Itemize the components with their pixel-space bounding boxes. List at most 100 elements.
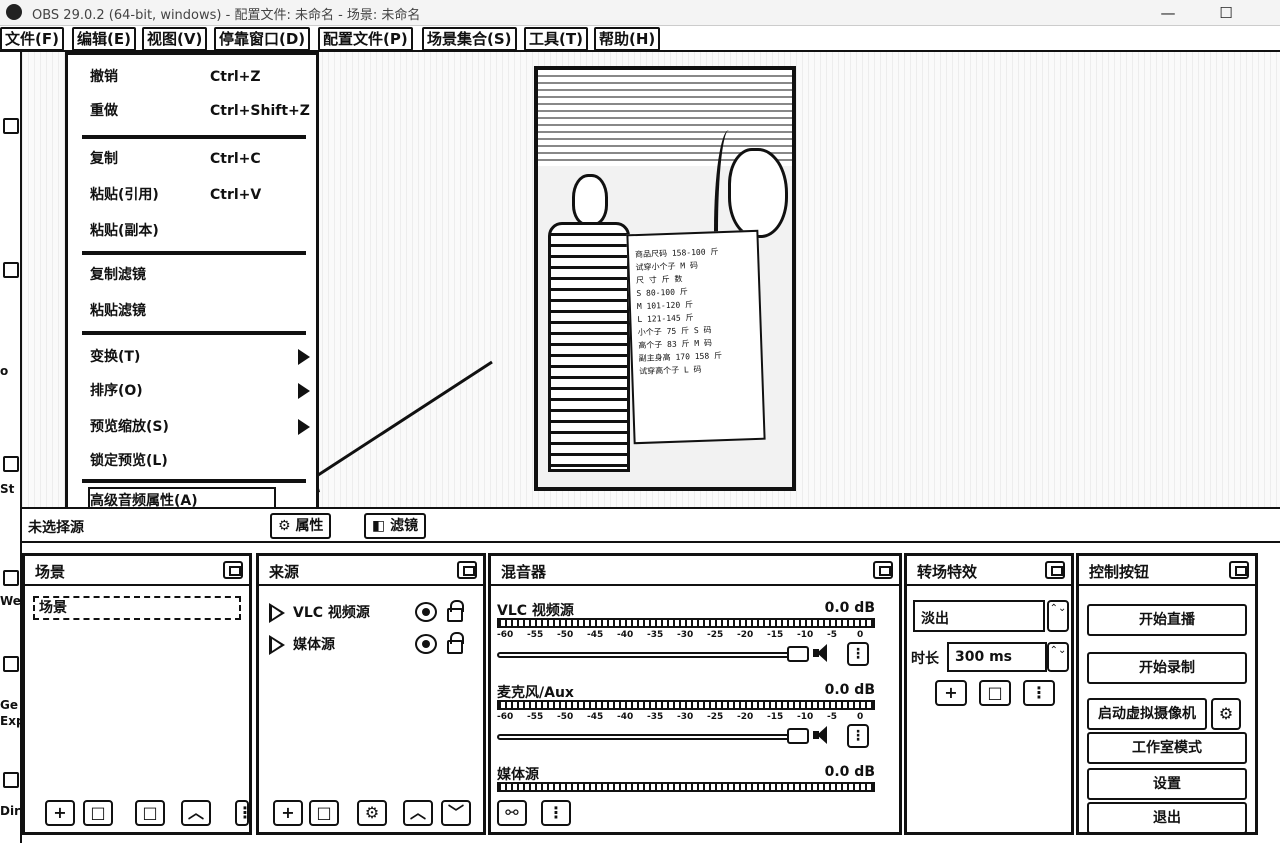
mixer-menu-button[interactable]: ⋮ <box>541 800 571 826</box>
desktop-label: We <box>0 594 21 608</box>
menu-scene-collection[interactable]: 场景集合(S) <box>422 27 517 51</box>
dock-float-icon[interactable] <box>873 561 893 579</box>
transition-spin-icon[interactable]: ⌃⌄ <box>1047 600 1069 632</box>
scene-filters-button[interactable]: □ <box>135 800 165 826</box>
dock-header: 控制按钮 <box>1079 556 1255 586</box>
menu-view[interactable]: 视图(V) <box>142 27 208 51</box>
start-virtual-camera-button[interactable]: 启动虚拟摄像机 <box>1087 698 1207 730</box>
speaker-icon[interactable] <box>813 726 829 744</box>
start-streaming-button[interactable]: 开始直播 <box>1087 604 1247 636</box>
studio-mode-button[interactable]: 工作室模式 <box>1087 732 1247 764</box>
minimize-button[interactable]: — <box>1148 2 1188 24</box>
menu-docks[interactable]: 停靠窗口(D) <box>214 27 311 51</box>
source-item-media[interactable]: 媒体源 <box>269 632 479 658</box>
menu-bar: 文件(F) 编辑(E) 视图(V) 停靠窗口(D) 配置文件(P) 场景集合(S… <box>0 26 1280 52</box>
dock-float-icon[interactable] <box>457 561 477 579</box>
add-transition-button[interactable]: + <box>935 680 967 706</box>
volume-slider-handle[interactable] <box>787 728 809 744</box>
meter-ticks: -60 -55 -50 -45 -40 -35 -30 -25 -20 -15 … <box>497 630 875 642</box>
maximize-button[interactable]: ☐ <box>1206 2 1246 24</box>
source-name: VLC 视频源 <box>293 605 370 621</box>
channel-menu-button[interactable]: ⋮ <box>847 642 869 666</box>
filters-button[interactable]: ◧ 滤镜 <box>364 513 427 539</box>
desktop-shortcut-icon[interactable] <box>3 262 19 278</box>
volume-slider[interactable] <box>497 734 797 740</box>
add-source-button[interactable]: + <box>273 800 303 826</box>
volume-slider-handle[interactable] <box>787 646 809 662</box>
scenes-menu-button[interactable]: ⋮ <box>235 800 253 826</box>
meter-tick: -10 <box>797 630 814 640</box>
desktop-shortcut-icon[interactable] <box>3 570 19 586</box>
settings-button[interactable]: 设置 <box>1087 768 1247 800</box>
dock-float-icon[interactable] <box>1045 561 1065 579</box>
visibility-eye-icon[interactable] <box>415 602 437 622</box>
menu-copy-filters[interactable]: 复制滤镜 <box>90 263 146 287</box>
menu-redo[interactable]: 重做 <box>90 99 118 123</box>
menu-tools[interactable]: 工具(T) <box>524 27 588 51</box>
meter-tick: -10 <box>797 712 814 722</box>
properties-button[interactable]: ⚙ 属性 <box>270 513 332 539</box>
virtual-camera-settings-icon[interactable]: ⚙ <box>1211 698 1241 730</box>
submenu-arrow-icon <box>298 383 310 399</box>
remove-scene-button[interactable]: □ <box>83 800 113 826</box>
add-scene-button[interactable]: + <box>45 800 75 826</box>
source-item-vlc[interactable]: VLC 视频源 <box>269 600 479 626</box>
no-source-selected-label: 未选择源 <box>28 520 84 536</box>
menu-undo[interactable]: 撤销 <box>90 65 118 89</box>
duration-input[interactable]: 300 ms <box>947 642 1047 672</box>
menu-paste-reference[interactable]: 粘贴(引用) <box>90 183 159 207</box>
volume-slider[interactable] <box>497 652 797 658</box>
menu-order[interactable]: 排序(O) <box>90 379 143 403</box>
lock-icon[interactable] <box>447 600 464 622</box>
mixer-link-icon[interactable]: ⚯ <box>497 800 527 826</box>
volume-meter <box>497 700 875 710</box>
menu-help[interactable]: 帮助(H) <box>594 27 661 51</box>
meter-tick: -25 <box>707 712 724 722</box>
speaker-icon[interactable] <box>813 644 829 662</box>
source-properties-button[interactable]: ⚙ <box>357 800 387 826</box>
exit-button[interactable]: 退出 <box>1087 802 1247 834</box>
desktop-shortcut-icon[interactable] <box>3 656 19 672</box>
remove-transition-button[interactable]: □ <box>979 680 1011 706</box>
size-sheet-line: 试穿高个子 L 码 <box>639 364 702 377</box>
menu-edit[interactable]: 编辑(E) <box>72 27 136 51</box>
dock-float-icon[interactable] <box>223 561 243 579</box>
edit-dropdown-menu: 撤销 Ctrl+Z 重做 Ctrl+Shift+Z 复制 Ctrl+C 粘贴(引… <box>65 52 319 514</box>
menu-preview-scaling[interactable]: 预览缩放(S) <box>90 415 169 439</box>
mixer-channel-vlc: VLC 视频源 0.0 dB -60 -55 -50 -45 -40 -35 -… <box>497 600 879 674</box>
menu-paste-filters[interactable]: 粘贴滤镜 <box>90 299 146 323</box>
meter-tick: -15 <box>767 712 784 722</box>
menu-profile[interactable]: 配置文件(P) <box>318 27 413 51</box>
meter-tick: -55 <box>527 712 544 722</box>
lock-icon[interactable] <box>447 632 464 654</box>
move-source-down-button[interactable]: ﹀ <box>441 800 471 826</box>
dock-header: 场景 <box>25 556 249 586</box>
remove-source-button[interactable]: □ <box>309 800 339 826</box>
menu-paste-duplicate[interactable]: 粘贴(副本) <box>90 219 159 243</box>
menu-file[interactable]: 文件(F) <box>0 27 64 51</box>
channel-menu-button[interactable]: ⋮ <box>847 724 869 748</box>
move-scene-up-button[interactable]: ︿ <box>181 800 211 826</box>
transitions-dock-title: 转场特效 <box>917 563 978 581</box>
menu-copy[interactable]: 复制 <box>90 147 118 171</box>
video-source-frame[interactable]: 商品尺码 158-100 斤 试穿小个子 M 码 尺 寸 斤 数 S 80-10… <box>534 66 796 491</box>
menu-lock-preview[interactable]: 锁定预览(L) <box>90 449 168 473</box>
transition-menu-button[interactable]: ⋮ <box>1023 680 1055 706</box>
menu-redo-shortcut: Ctrl+Shift+Z <box>210 103 310 119</box>
desktop-shortcut-icon[interactable] <box>3 118 19 134</box>
window-titlebar: OBS 29.0.2 (64-bit, windows) - 配置文件: 未命名… <box>0 0 1280 26</box>
menu-transform[interactable]: 变换(T) <box>90 345 140 369</box>
channel-name: VLC 视频源 <box>497 603 574 619</box>
move-source-up-button[interactable]: ︿ <box>403 800 433 826</box>
dock-float-icon[interactable] <box>1229 561 1249 579</box>
scene-list-item[interactable]: 场景 <box>33 596 241 620</box>
transition-select[interactable]: 淡出 <box>913 600 1045 632</box>
desktop-shortcut-icon[interactable] <box>3 456 19 472</box>
desktop-shortcut-icon[interactable] <box>3 772 19 788</box>
visibility-eye-icon[interactable] <box>415 634 437 654</box>
meter-ticks: -60 -55 -50 -45 -40 -35 -30 -25 -20 -15 … <box>497 712 875 724</box>
start-recording-button[interactable]: 开始录制 <box>1087 652 1247 684</box>
dock-header: 混音器 <box>491 556 899 586</box>
desktop-label: o <box>0 364 9 378</box>
duration-spin-icon[interactable]: ⌃⌄ <box>1047 642 1069 672</box>
